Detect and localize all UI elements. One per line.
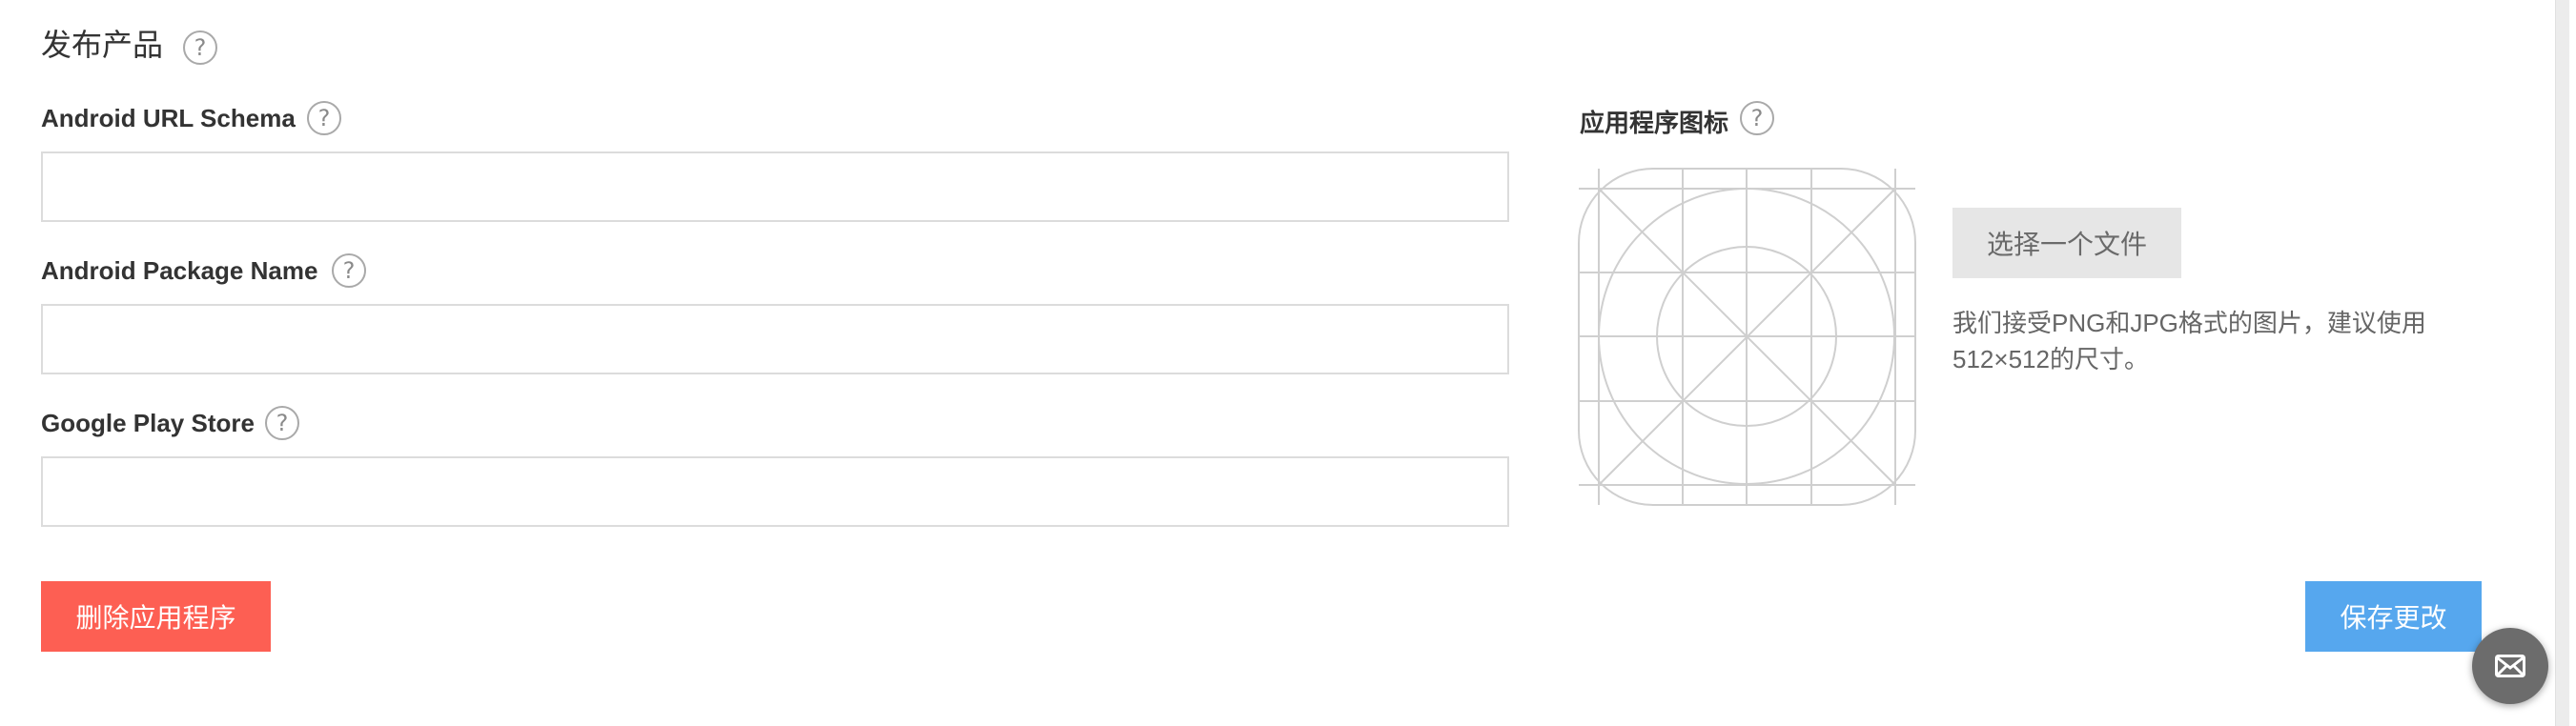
android-url-schema-input[interactable]: [41, 151, 1509, 222]
choose-file-button[interactable]: 选择一个文件: [1952, 208, 2181, 278]
section-title: 发布产品: [41, 28, 164, 62]
chat-button[interactable]: [2472, 628, 2548, 704]
android-package-name-input[interactable]: [41, 304, 1509, 374]
help-icon-section[interactable]: ?: [183, 30, 217, 65]
mail-icon: [2495, 655, 2525, 677]
help-icon-app-icon[interactable]: ?: [1740, 101, 1774, 135]
app-icon-placeholder: [1578, 168, 1916, 506]
app-icon-grid-icon: [1578, 168, 1916, 506]
android-package-name-label: Android Package Name: [41, 256, 318, 285]
help-icon-android-package-name[interactable]: ?: [332, 253, 366, 288]
save-changes-button[interactable]: 保存更改: [2305, 581, 2482, 652]
android-url-schema-label: Android URL Schema: [41, 104, 296, 132]
help-icon-android-url-schema[interactable]: ?: [307, 101, 341, 135]
google-play-store-input[interactable]: [41, 456, 1509, 527]
app-icon-hint: 我们接受PNG和JPG格式的图片，建议使用512×512的尺寸。: [1952, 309, 2426, 373]
google-play-store-label: Google Play Store: [41, 409, 255, 437]
delete-app-button[interactable]: 删除应用程序: [41, 581, 271, 652]
help-icon-google-play-store[interactable]: ?: [265, 406, 299, 440]
app-icon-label: 应用程序图标: [1580, 109, 1729, 137]
scrollbar[interactable]: [2555, 0, 2569, 726]
